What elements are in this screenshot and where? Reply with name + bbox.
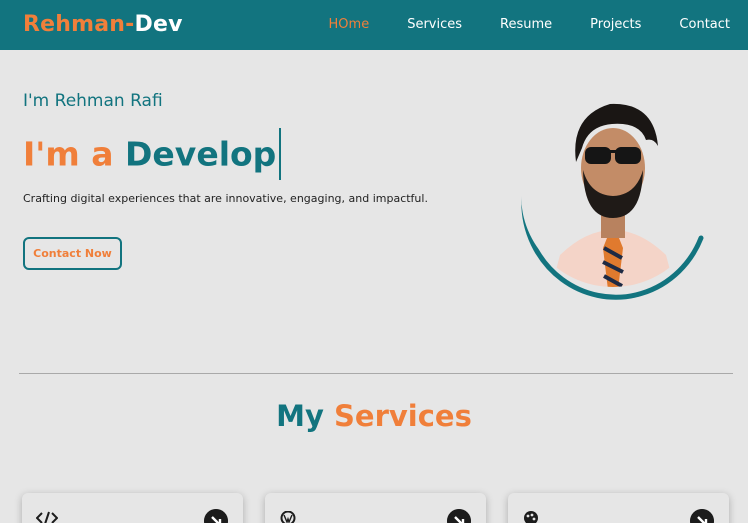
brand-logo-part1: Rehman- xyxy=(23,12,135,37)
nav-link-projects[interactable]: Projects xyxy=(590,17,641,32)
service-card-code[interactable] xyxy=(22,493,243,523)
hero-headline-prefix: I'm a xyxy=(23,134,114,174)
brand-logo-part2: Dev xyxy=(134,12,183,37)
hero-greeting: I'm Rehman Rafi xyxy=(23,91,163,111)
nav-link-home[interactable]: HOme xyxy=(329,17,370,32)
code-icon xyxy=(36,511,58,523)
palette-icon xyxy=(524,511,538,523)
nav-menu: HOme Services Resume Projects Contact xyxy=(291,17,730,32)
services-title: My Services xyxy=(0,399,748,433)
services-title-part2: Services xyxy=(334,399,472,433)
arrow-down-right-icon[interactable] xyxy=(204,509,228,523)
section-divider xyxy=(19,373,733,374)
brand-logo[interactable]: Rehman-Dev xyxy=(23,12,183,37)
services-title-part1: My xyxy=(276,399,324,433)
hero-headline: I'm a Develop xyxy=(23,128,282,182)
profile-portrait xyxy=(521,103,705,300)
nav-link-resume[interactable]: Resume xyxy=(500,17,552,32)
nav-link-contact[interactable]: Contact xyxy=(679,17,730,32)
hero-headline-typed: Develop xyxy=(125,134,277,174)
service-card-design[interactable] xyxy=(508,493,729,523)
arrow-down-right-icon[interactable] xyxy=(447,509,471,523)
wordpress-icon xyxy=(280,511,296,523)
contact-now-button[interactable]: Contact Now xyxy=(23,237,122,270)
typing-caret xyxy=(279,128,282,180)
arrow-down-right-icon[interactable] xyxy=(690,509,714,523)
navbar: Rehman-Dev HOme Services Resume Projects… xyxy=(0,0,748,50)
nav-link-services[interactable]: Services xyxy=(407,17,462,32)
service-card-wordpress[interactable] xyxy=(265,493,486,523)
hero-tagline: Crafting digital experiences that are in… xyxy=(23,192,428,205)
